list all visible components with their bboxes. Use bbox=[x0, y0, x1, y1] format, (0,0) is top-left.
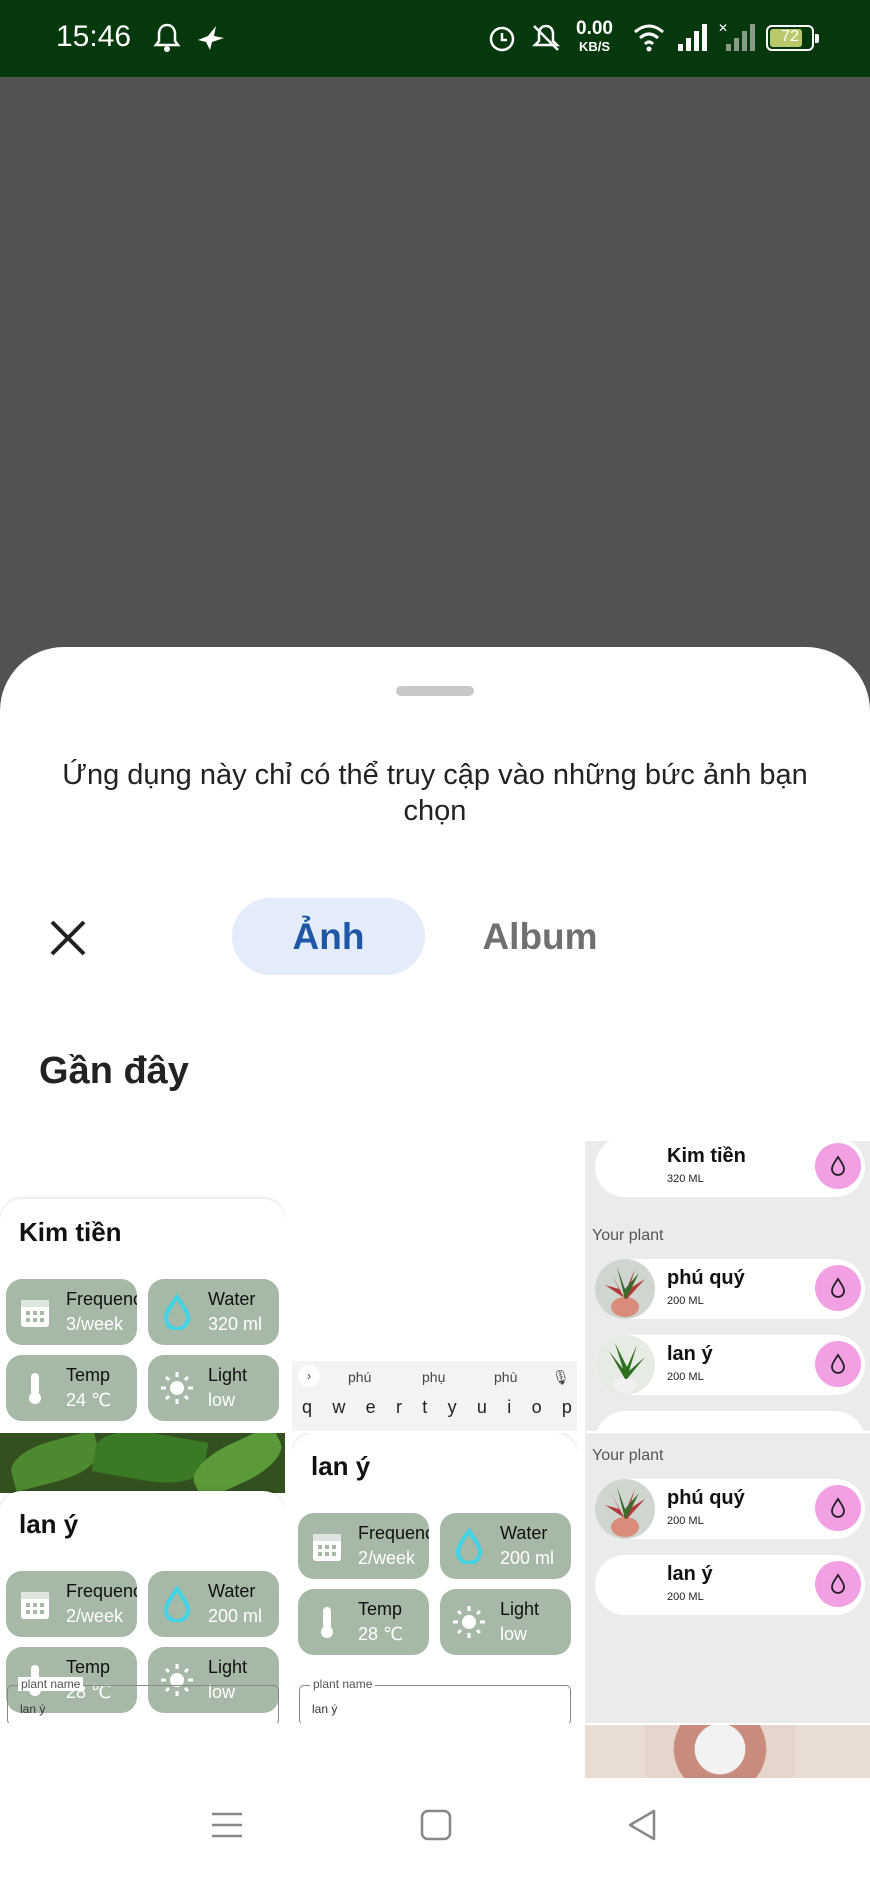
temp-chip: Temp 24 ℃ bbox=[6, 1355, 137, 1421]
photo-thumbnail[interactable]: Kim tiền 320 ML Your plant phú quý 200 M… bbox=[585, 1141, 870, 1431]
signal-off-icon: ✕ bbox=[718, 22, 755, 51]
alarm-icon bbox=[489, 26, 515, 52]
plant-photo bbox=[645, 1725, 795, 1785]
frequency-chip: Frequency 2/week bbox=[6, 1571, 137, 1637]
plant-name-field: plant name lan ý bbox=[299, 1677, 571, 1723]
signal-icon bbox=[678, 24, 707, 51]
water-drop-icon bbox=[815, 1561, 861, 1607]
list-item: Kim tiền 320 ML bbox=[595, 1141, 865, 1197]
home-icon[interactable] bbox=[420, 1808, 452, 1842]
calendar-icon bbox=[21, 1300, 49, 1327]
status-time: 15:46 bbox=[56, 20, 132, 53]
photo-thumbnail[interactable]: lan ý Frequency 2/week Water 200 ml Temp… bbox=[0, 1433, 285, 1723]
thermometer-icon bbox=[29, 1373, 41, 1404]
keyboard-screenshot: › phú phụ phù 🎙 q w e r t y u i o p bbox=[292, 1361, 577, 1431]
mic-icon: 🎙 bbox=[552, 1369, 570, 1385]
plant-card: lan ý Frequency 2/week Water 200 ml Temp… bbox=[292, 1433, 577, 1685]
network-speed: 0.00 KB/S bbox=[576, 18, 613, 54]
section-title-recent: Gần đây bbox=[39, 1050, 189, 1092]
list-item: phú quý 200 ML bbox=[595, 1479, 865, 1539]
water-chip: Water 200 ml bbox=[440, 1513, 571, 1579]
calendar-icon bbox=[313, 1534, 341, 1561]
menu-icon[interactable] bbox=[210, 1808, 244, 1842]
section-label: Your plant bbox=[592, 1447, 664, 1464]
svg-text:✕: ✕ bbox=[718, 22, 728, 35]
photo-thumbnail[interactable] bbox=[585, 1725, 870, 1785]
section-label: Your plant bbox=[592, 1227, 664, 1244]
water-drop-icon bbox=[815, 1143, 861, 1189]
wifi-icon bbox=[634, 24, 664, 52]
water-chip: Water 200 ml bbox=[148, 1571, 279, 1637]
photo-thumbnail[interactable]: › phú phụ phù 🎙 q w e r t y u i o p bbox=[292, 1141, 577, 1431]
battery-icon: 72 bbox=[766, 25, 819, 51]
plant-photo bbox=[0, 1433, 285, 1502]
plant-avatar bbox=[595, 1335, 655, 1395]
plant-name: Kim tiền bbox=[19, 1217, 122, 1247]
photo-thumbnail[interactable]: Kim tiền Frequency 3/week Water 320 ml T… bbox=[0, 1141, 285, 1431]
bird-icon bbox=[198, 26, 224, 50]
drag-handle[interactable] bbox=[396, 686, 474, 696]
water-drop-icon bbox=[163, 1294, 191, 1330]
list-item: lan ý 200 ML bbox=[595, 1555, 865, 1615]
light-chip: Light low bbox=[440, 1589, 571, 1655]
sun-icon bbox=[161, 1372, 193, 1404]
plant-avatar bbox=[595, 1479, 655, 1539]
water-drop-icon bbox=[163, 1586, 191, 1622]
status-bar: 15:46 0.00 KB/S ✕ 72 bbox=[0, 0, 870, 77]
plant-name: lan ý bbox=[311, 1451, 371, 1481]
water-drop-icon bbox=[455, 1528, 483, 1564]
chevron-right-icon: › bbox=[298, 1365, 320, 1387]
frequency-chip: Frequency 3/week bbox=[6, 1279, 137, 1345]
system-nav-bar bbox=[0, 1778, 870, 1884]
list-item bbox=[595, 1411, 865, 1431]
calendar-icon bbox=[21, 1592, 49, 1619]
list-item: lan ý 200 ML bbox=[595, 1335, 865, 1395]
back-icon[interactable] bbox=[626, 1808, 658, 1842]
tab-album[interactable]: Album bbox=[460, 898, 620, 975]
list-item: phú quý 200 ML bbox=[595, 1259, 865, 1319]
plant-avatar bbox=[595, 1141, 655, 1197]
plant-avatar bbox=[595, 1259, 655, 1319]
plant-name: lan ý bbox=[19, 1509, 79, 1539]
water-drop-icon bbox=[815, 1265, 861, 1311]
plant-name-field: plant name lan ý bbox=[7, 1677, 279, 1723]
photo-thumbnail[interactable]: lan ý Frequency 2/week Water 200 ml Temp… bbox=[292, 1433, 577, 1723]
access-notice: Ứng dụng này chỉ có thể truy cập vào nhữ… bbox=[62, 759, 808, 827]
thermometer-icon bbox=[321, 1607, 333, 1638]
tab-photos[interactable]: Ảnh bbox=[232, 898, 425, 975]
water-drop-icon bbox=[815, 1485, 861, 1531]
temp-chip: Temp 28 ℃ bbox=[298, 1589, 429, 1655]
close-icon bbox=[50, 920, 86, 956]
plant-avatar bbox=[595, 1555, 655, 1615]
frequency-chip: Frequency 2/week bbox=[298, 1513, 429, 1579]
close-button[interactable] bbox=[42, 912, 94, 964]
photo-picker-sheet: Ứng dụng này chỉ có thể truy cập vào nhữ… bbox=[0, 647, 870, 1884]
plant-card: Kim tiền Frequency 3/week Water 320 ml T… bbox=[0, 1199, 285, 1431]
water-drop-icon bbox=[815, 1341, 861, 1387]
bell-icon bbox=[153, 23, 181, 52]
photo-thumbnail[interactable]: Your plant phú quý 200 ML lan ý 200 ML bbox=[585, 1433, 870, 1723]
mute-icon bbox=[531, 24, 561, 51]
sun-icon bbox=[453, 1606, 485, 1638]
light-chip: Light low bbox=[148, 1355, 279, 1421]
water-chip: Water 320 ml bbox=[148, 1279, 279, 1345]
